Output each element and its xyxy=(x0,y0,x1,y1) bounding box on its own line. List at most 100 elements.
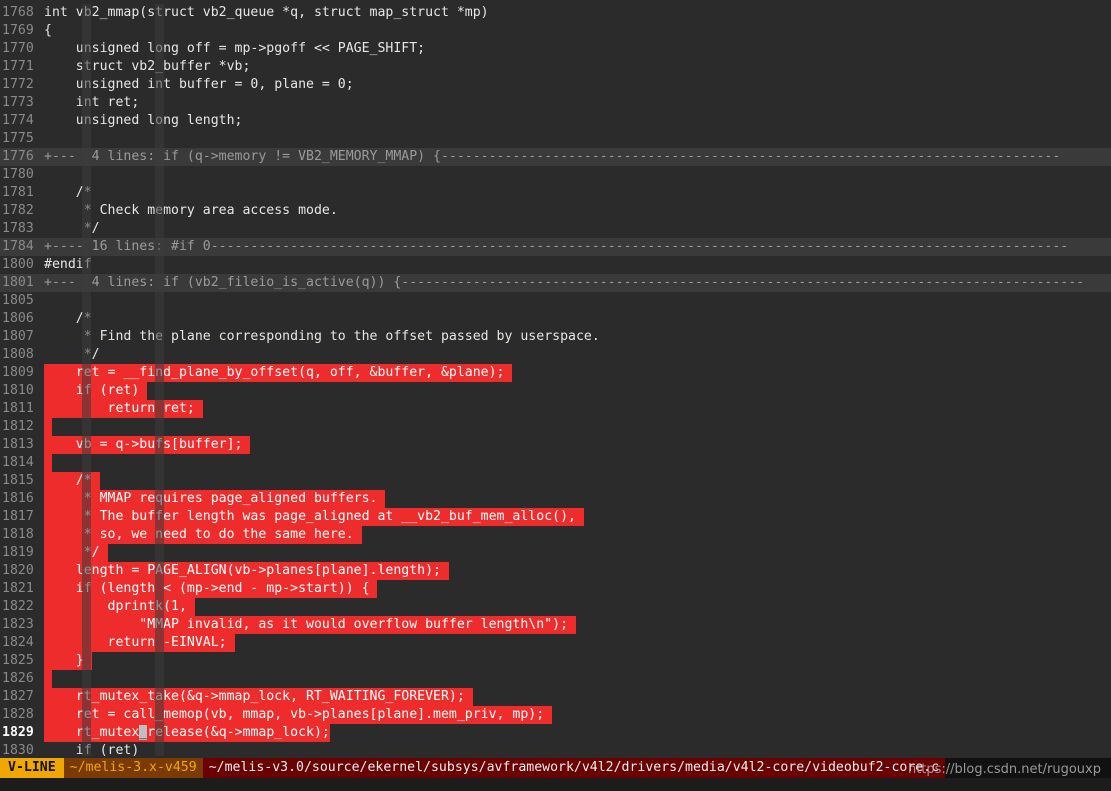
code-line[interactable]: 1772 unsigned int buffer = 0, plane = 0; xyxy=(0,76,1111,94)
code-line[interactable]: 1773 int ret; xyxy=(0,94,1111,112)
code-line[interactable]: 1805 xyxy=(0,292,1111,310)
line-text: */ xyxy=(44,347,100,362)
line-number: 1826 xyxy=(0,670,44,688)
line-number: 1784 xyxy=(0,238,44,256)
code-line[interactable]: 1783 */ xyxy=(0,220,1111,238)
line-text: * MMAP requires page_aligned buffers. xyxy=(44,490,386,508)
code-line[interactable]: 1774 unsigned long length; xyxy=(0,112,1111,130)
line-text: length = PAGE_ALIGN(vb->planes[plane].le… xyxy=(44,562,449,580)
line-number: 1815 xyxy=(0,472,44,490)
code-line[interactable]: 1781 /* xyxy=(0,184,1111,202)
code-line[interactable]: 1780 xyxy=(0,166,1111,184)
line-text: { xyxy=(44,23,52,38)
fold-line[interactable]: 1784 +---- 16 lines: #if 0---------------… xyxy=(0,238,1111,256)
code-line[interactable]: 1822 dprintk(1, xyxy=(0,598,1111,616)
line-text: rt_mutex_take(&q->mmap_lock, RT_WAITING_… xyxy=(44,688,473,706)
code-line[interactable]: 1809 ret = __find_plane_by_offset(q, off… xyxy=(0,364,1111,382)
line-number: 1825 xyxy=(0,652,44,670)
code-line[interactable]: 1827 rt_mutex_take(&q->mmap_lock, RT_WAI… xyxy=(0,688,1111,706)
code-line[interactable]: 1810 if (ret) xyxy=(0,382,1111,400)
line-number: 1805 xyxy=(0,292,44,310)
code-line[interactable]: 1821 if (length < (mp->end - mp->start))… xyxy=(0,580,1111,598)
line-number: 1771 xyxy=(0,58,44,76)
fold-line[interactable]: 1801 +--- 4 lines: if (vb2_fileio_is_acti… xyxy=(0,274,1111,292)
code-line[interactable]: 1825 } xyxy=(0,652,1111,670)
indent-guide xyxy=(155,4,164,756)
code-line[interactable]: 1806 /* xyxy=(0,310,1111,328)
code-line[interactable]: 1770 unsigned long off = mp->pgoff << PA… xyxy=(0,40,1111,58)
line-number: 1829 xyxy=(0,724,44,742)
code-line[interactable]: 1817 * The buffer length was page_aligne… xyxy=(0,508,1111,526)
line-number: 1817 xyxy=(0,508,44,526)
watermark: https://blog.csdn.net/rugouxp xyxy=(907,762,1101,777)
line-text: +--- 4 lines: if (vb2_fileio_is_active(q… xyxy=(44,275,1085,290)
line-number: 1770 xyxy=(0,40,44,58)
line-number: 1818 xyxy=(0,526,44,544)
line-number: 1782 xyxy=(0,202,44,220)
code-line[interactable]: 1814 xyxy=(0,454,1111,472)
line-number: 1820 xyxy=(0,562,44,580)
line-number: 1822 xyxy=(0,598,44,616)
code-line[interactable]: 1768 int vb2_mmap(struct vb2_queue *q, st… xyxy=(0,4,1111,22)
line-text: ret = __find_plane_by_offset(q, off, &bu… xyxy=(44,364,513,382)
indent-guide xyxy=(82,4,91,756)
code-line[interactable]: 1812 xyxy=(0,418,1111,436)
code-line[interactable]: 1815 /* xyxy=(0,472,1111,490)
line-text: unsigned long off = mp->pgoff << PAGE_SH… xyxy=(44,41,426,56)
code-line[interactable]: 1808 */ xyxy=(0,346,1111,364)
line-text: struct vb2_buffer *vb; xyxy=(44,59,251,74)
line-text: * The buffer length was page_aligned at … xyxy=(44,508,584,526)
line-number: 1808 xyxy=(0,346,44,364)
line-number: 1781 xyxy=(0,184,44,202)
line-number: 1813 xyxy=(0,436,44,454)
code-line[interactable]: 1829 rt_mutex_release(&q->mmap_lock); xyxy=(0,724,1111,742)
line-number: 1806 xyxy=(0,310,44,328)
code-line[interactable]: 1820 length = PAGE_ALIGN(vb->planes[plan… xyxy=(0,562,1111,580)
fold-line[interactable]: 1776 +--- 4 lines: if (q->memory != VB2_M… xyxy=(0,148,1111,166)
line-number: 1801 xyxy=(0,274,44,292)
line-text: * so, we need to do the same here. xyxy=(44,526,362,544)
line-text: return -EINVAL; xyxy=(44,634,235,652)
line-text: "MMAP invalid, as it would overflow buff… xyxy=(44,616,576,634)
code-line[interactable]: 1771 struct vb2_buffer *vb; xyxy=(0,58,1111,76)
line-text xyxy=(44,418,52,436)
code-line[interactable]: 1800 #endif xyxy=(0,256,1111,274)
text-cursor: _ xyxy=(139,725,148,740)
line-number: 1823 xyxy=(0,616,44,634)
code-line[interactable]: 1811 return ret; xyxy=(0,400,1111,418)
line-text: +---- 16 lines: #if 0-------------------… xyxy=(44,239,1069,254)
line-number: 1774 xyxy=(0,112,44,130)
line-number: 1769 xyxy=(0,22,44,40)
code-line[interactable]: 1782 * Check memory area access mode. xyxy=(0,202,1111,220)
line-text: unsigned long length; xyxy=(44,113,243,128)
command-line[interactable] xyxy=(0,778,1111,791)
line-number: 1807 xyxy=(0,328,44,346)
line-number: 1811 xyxy=(0,400,44,418)
code-line[interactable]: 1816 * MMAP requires page_aligned buffer… xyxy=(0,490,1111,508)
branch-label: ~/melis-3.x-v459 xyxy=(63,758,203,778)
code-line[interactable]: 1824 return -EINVAL; xyxy=(0,634,1111,652)
line-text: /* xyxy=(44,472,100,490)
line-number: 1814 xyxy=(0,454,44,472)
code-line[interactable]: 1769{ xyxy=(0,22,1111,40)
code-line[interactable]: 1775 xyxy=(0,130,1111,148)
code-line[interactable]: 1818 * so, we need to do the same here. xyxy=(0,526,1111,544)
line-number: 1816 xyxy=(0,490,44,508)
line-number: 1800 xyxy=(0,256,44,274)
code-line[interactable]: 1826 xyxy=(0,670,1111,688)
code-line[interactable]: 1813 vb = q->bufs[buffer]; xyxy=(0,436,1111,454)
line-text: ret = call_memop(vb, mmap, vb->planes[pl… xyxy=(44,706,553,724)
line-text: +--- 4 lines: if (q->memory != VB2_MEMOR… xyxy=(44,149,1061,164)
code-line[interactable]: 1819 */ xyxy=(0,544,1111,562)
line-number: 1824 xyxy=(0,634,44,652)
code-line[interactable]: 1828 ret = call_memop(vb, mmap, vb->plan… xyxy=(0,706,1111,724)
line-text: */ xyxy=(44,544,108,562)
code-editor[interactable]: 1768 int vb2_mmap(struct vb2_queue *q, st… xyxy=(0,4,1111,760)
code-line[interactable]: 1823 "MMAP invalid, as it would overflow… xyxy=(0,616,1111,634)
line-text: int vb2_mmap(struct vb2_queue *q, struct… xyxy=(44,5,489,20)
line-number: 1775 xyxy=(0,130,44,148)
code-line[interactable]: 1807 * Find the plane corresponding to t… xyxy=(0,328,1111,346)
line-number: 1828 xyxy=(0,706,44,724)
line-number: 1780 xyxy=(0,166,44,184)
line-number: 1821 xyxy=(0,580,44,598)
